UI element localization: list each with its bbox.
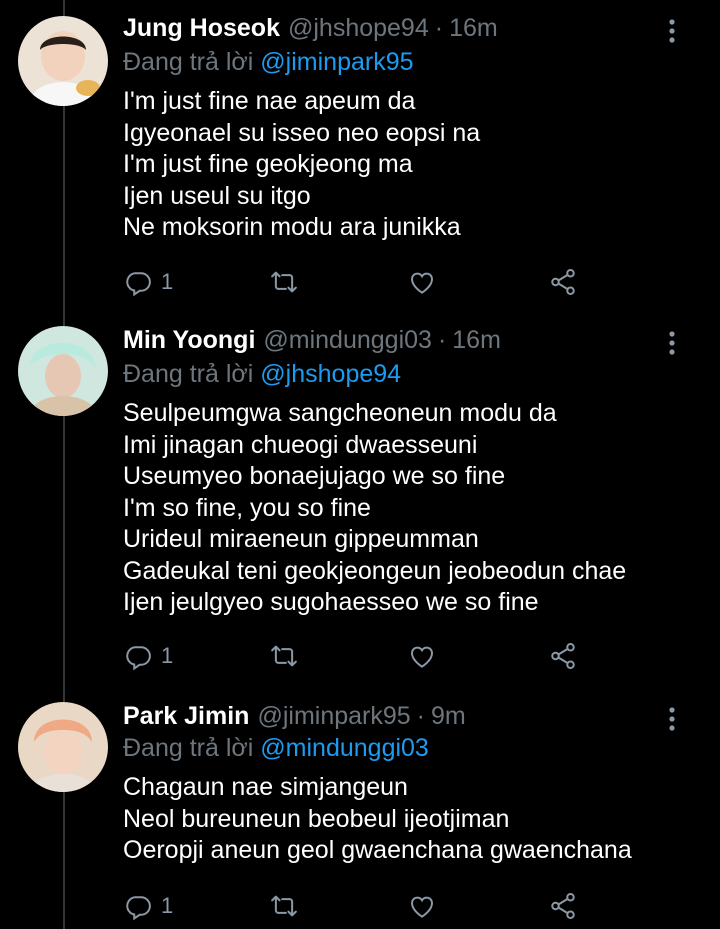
retweet-icon [269,267,299,297]
reply-count: 1 [161,269,174,294]
share-button[interactable] [548,888,578,924]
reply-mention[interactable]: @mindunggi03 [260,734,429,762]
author-handle[interactable]: @jhshope94 [288,14,429,43]
more-icon[interactable] [662,328,682,358]
reply-context: Đang trả lời @mindunggi03 [123,734,429,763]
reply-prefix: Đang trả lời [123,48,254,76]
tweet-text: Seulpeumgwa sangcheoneun modu da Imi jin… [123,398,626,619]
avatar[interactable] [18,16,108,106]
avatar[interactable] [18,702,108,792]
like-button[interactable] [407,638,437,674]
reply-icon [123,641,153,671]
tweet-line: I'm just fine nae apeum da [123,87,416,115]
tweet[interactable]: Min Yoongi @mindunggi03 · 16m Đang trả l… [0,310,720,686]
tweet[interactable]: Jung Hoseok @jhshope94 · 16m Đang trả lờ… [0,0,720,310]
more-icon[interactable] [662,16,682,46]
author-name[interactable]: Min Yoongi [123,326,255,355]
like-icon [407,891,437,921]
retweet-button[interactable] [269,638,299,674]
reply-mention[interactable]: @jhshope94 [260,360,401,388]
like-button[interactable] [407,888,437,924]
tweet-line: Urideul miraeneun gippeumman [123,525,479,553]
tweet-line: Imi jinagan chueogi dwaesseuni [123,430,478,459]
retweet-icon [269,891,299,921]
like-button[interactable] [407,264,437,300]
action-bar: 1 [123,888,593,924]
timestamp[interactable]: 16m [452,326,501,355]
reply-context: Đang trả lời @jhshope94 [123,360,401,389]
separator: · [434,14,444,42]
tweet-text: Chagaun nae simjangeun Neol bureuneun be… [123,772,632,867]
reply-mention[interactable]: @jiminpark95 [260,48,413,76]
tweet-line: Gadeukal teni geokjeongeun jeobeodun cha… [123,556,627,585]
reply-count: 1 [161,893,174,918]
more-icon[interactable] [662,704,682,734]
reply-context: Đang trả lời @jiminpark95 [123,48,414,77]
share-button[interactable] [548,638,578,674]
share-icon [548,891,578,921]
timestamp[interactable]: 16m [449,14,498,43]
action-bar: 1 [123,638,593,674]
reply-button[interactable]: 1 [123,638,173,674]
reply-button[interactable]: 1 [123,888,173,924]
tweet-line: Ne moksorin modu ara junikka [123,213,461,241]
reply-count: 1 [161,643,174,668]
share-icon [548,267,578,297]
separator: · [437,326,447,354]
share-button[interactable] [548,264,578,300]
reply-button[interactable]: 1 [123,264,173,300]
author-handle[interactable]: @mindunggi03 [263,326,432,355]
tweet-text: I'm just fine nae apeum da Igyeonael su … [123,86,480,244]
reply-icon [123,267,153,297]
retweet-button[interactable] [269,264,299,300]
tweet-line: Useumyeo bonaejujago we so fine [123,462,506,490]
reply-icon [123,891,153,921]
like-icon [407,641,437,671]
timestamp[interactable]: 9m [431,702,466,731]
retweet-icon [269,641,299,671]
tweet-line: Chagaun nae simjangeun [123,773,408,801]
action-bar: 1 [123,264,593,300]
tweet-line: Igyeonael su isseo neo eopsi na [123,118,481,147]
avatar[interactable] [18,326,108,416]
author-name[interactable]: Park Jimin [123,702,249,731]
tweet-line: Ijen useul su itgo [123,181,311,210]
tweet-line: Seulpeumgwa sangcheoneun modu da [123,399,557,427]
retweet-button[interactable] [269,888,299,924]
separator: · [416,702,425,730]
tweet-line: Neol bureuneun beobeul ijeotjiman [123,804,510,833]
tweet[interactable]: Park Jimin @jiminpark95 · 9m Đang trả lờ… [0,686,720,929]
author-handle[interactable]: @jiminpark95 [257,702,410,731]
reply-prefix: Đang trả lời [123,734,254,762]
tweet-line: Oeropji aneun geol gwaenchana gwaenchana [123,836,632,864]
author-name[interactable]: Jung Hoseok [123,14,280,43]
reply-prefix: Đang trả lời [123,360,254,388]
tweet-line: I'm just fine geokjeong ma [123,150,413,178]
share-icon [548,641,578,671]
tweet-line: Ijen jeulgyeo sugohaesseo we so fine [123,588,539,616]
like-icon [407,267,437,297]
tweet-line: I'm so fine, you so fine [123,493,371,522]
